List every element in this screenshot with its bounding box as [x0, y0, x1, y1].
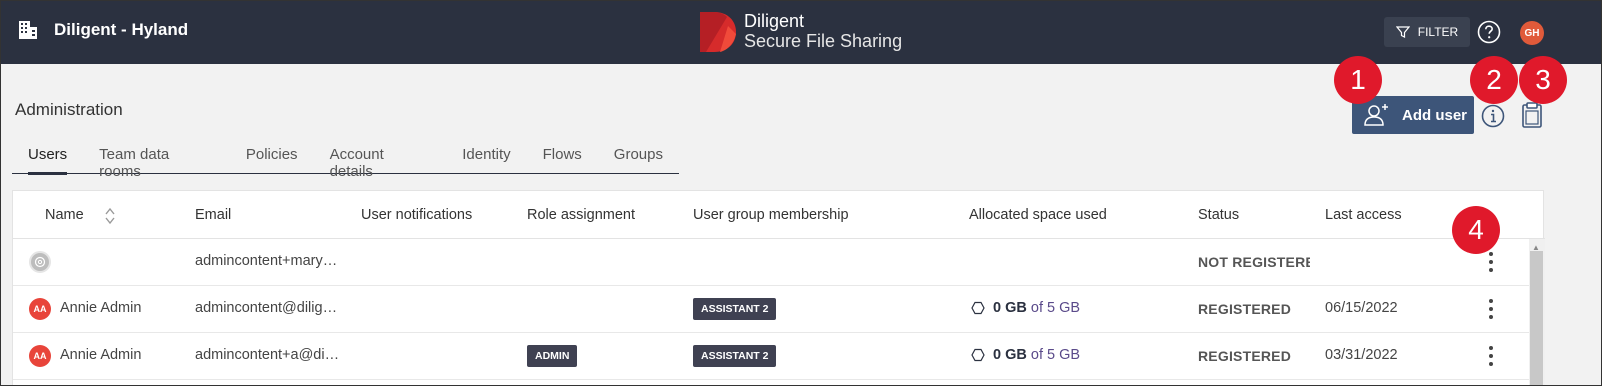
screenshot-frame: [0, 0, 1602, 386]
